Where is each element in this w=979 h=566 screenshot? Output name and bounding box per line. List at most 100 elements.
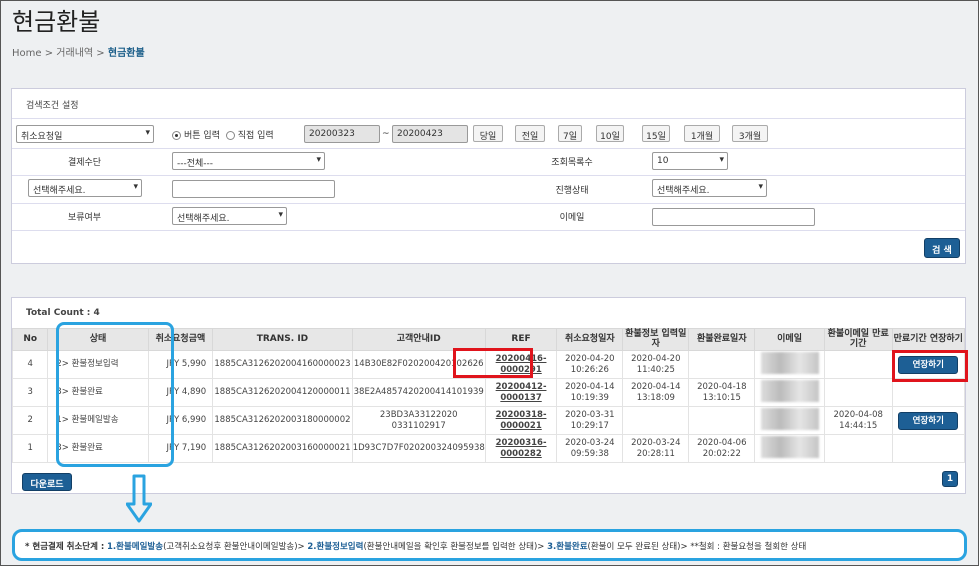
cell-guide-id: 1D93C7D7F020200324095938	[351, 434, 486, 463]
cell-info-date: 2020-03-24 20:28:11	[622, 434, 690, 463]
cell-done-date	[688, 350, 756, 379]
cell-info-date: 2020-04-14 13:18:09	[622, 378, 690, 407]
quick-7d-button[interactable]: 7일	[558, 125, 582, 142]
page-number-button[interactable]: 1	[942, 471, 958, 487]
payment-label: 결제수단	[67, 158, 102, 168]
cell-expire	[823, 378, 893, 407]
breadcrumb-separator: >	[44, 48, 54, 59]
notice-step2-desc: (환불안내메일을 확인후 환불정보를 입력한 상태)>	[363, 542, 545, 552]
divider	[12, 203, 965, 204]
radio-direct-label: 직접 입력	[237, 131, 274, 141]
search-button[interactable]: 검 색	[924, 238, 960, 258]
cell-done-date	[688, 406, 756, 435]
progress-select[interactable]: 선택해주세요.	[652, 179, 767, 197]
rows-select[interactable]: 10	[652, 152, 728, 170]
cell-no: 3	[11, 378, 49, 407]
cell-req-date: 2020-04-14 10:19:39	[556, 378, 624, 407]
cell-no: 2	[11, 406, 49, 435]
notice-step3-desc: (환불이 모두 완료된 상태)>	[587, 542, 688, 552]
email-blurred	[760, 351, 819, 374]
cell-no: 1	[11, 434, 49, 463]
cell-expire	[823, 434, 893, 463]
cell-guide-id: 38E2A4857420200414101939	[351, 378, 486, 407]
cell-req-date: 2020-03-31 10:29:17	[556, 406, 624, 435]
input-mode-radios: 버튼 입력 직접 입력	[172, 128, 274, 141]
cell-done-date: 2020-04-06 20:02:22	[688, 434, 756, 463]
divider	[12, 230, 965, 231]
ref-link[interactable]: 20200318-0000021	[496, 410, 547, 431]
quick-1m-button[interactable]: 1개월	[684, 125, 720, 142]
cell-expire	[823, 350, 893, 379]
cell-trans-id: 1885CA3126202003180000002	[212, 406, 353, 435]
col-info-date: 환불정보 입력일자	[622, 328, 690, 351]
notice-withdraw: **철회 : 환불요청을 철회한 상태	[690, 542, 807, 552]
ref-highlight-box	[453, 348, 533, 378]
col-trans-id: TRANS. ID	[212, 328, 353, 351]
ref-link[interactable]: 20200412-0000137	[496, 382, 547, 403]
hold-label: 보류여부	[67, 213, 102, 223]
date-to-input[interactable]: 20200423	[392, 125, 468, 143]
cell-done-date: 2020-04-18 13:10:15	[688, 378, 756, 407]
radio-direct-input[interactable]	[225, 131, 235, 140]
extend-button[interactable]: 연장하기	[898, 411, 959, 430]
cell-no: 4	[11, 350, 49, 379]
notice-step1-desc: (고객취소요청후 환불안내이메일발송)>	[163, 542, 305, 552]
quick-10d-button[interactable]: 10일	[596, 125, 624, 142]
search-panel: 검색조건 설정 취소요청일 버튼 입력 직접 입력 20200323 ~ 202…	[11, 88, 966, 264]
email-blurred	[760, 379, 819, 402]
email-blurred	[760, 435, 819, 458]
breadcrumb-separator: >	[96, 48, 105, 59]
breadcrumb-home[interactable]: Home	[12, 48, 42, 59]
payment-select[interactable]: ---전체---	[172, 152, 325, 170]
extra-select[interactable]: 선택해주세요.	[28, 179, 142, 197]
divider	[12, 148, 965, 149]
download-button[interactable]: 다운로드	[22, 473, 72, 491]
email-label: 이메일	[559, 213, 585, 223]
notice-step2: 2.환불정보입력	[307, 542, 364, 552]
col-no: No	[11, 328, 49, 351]
date-from-input[interactable]: 20200323	[304, 125, 380, 143]
cell-trans-id: 1885CA3126202003160000021	[212, 434, 353, 463]
col-req-date: 취소요청일자	[556, 328, 624, 351]
ref-link[interactable]: 20200316-0000282	[496, 438, 547, 459]
quick-yesterday-button[interactable]: 전일	[515, 125, 545, 142]
col-extend: 만료기간 연장하기	[891, 328, 965, 351]
cell-info-date	[622, 406, 690, 435]
total-count: Total Count : 4	[26, 308, 100, 318]
cell-extend-empty	[891, 434, 965, 463]
col-email: 이메일	[754, 328, 825, 351]
cell-expire: 2020-04-08 14:44:15	[823, 406, 893, 435]
cell-guide-id: 23BD3A33122020 0331102917	[351, 406, 486, 435]
radio-button-label: 버튼 입력	[184, 131, 220, 141]
quick-3m-button[interactable]: 3개월	[732, 125, 768, 142]
quick-today-button[interactable]: 당일	[473, 125, 503, 142]
refund-steps-notice: * 현금결제 취소단계 : 1.환불메일발송(고객취소요청후 환불안내이메일발송…	[12, 529, 967, 561]
rows-label: 조회목록수	[551, 158, 593, 168]
quick-15d-button[interactable]: 15일	[642, 125, 670, 142]
hold-select[interactable]: 선택해주세요.	[172, 207, 287, 225]
breadcrumb-mid[interactable]: 거래내역	[56, 48, 93, 59]
email-blurred	[760, 407, 819, 430]
cell-req-date: 2020-04-20 10:26:26	[556, 350, 624, 379]
down-arrow-icon	[126, 474, 152, 523]
col-done-date: 환불완료일자	[688, 328, 756, 351]
page-title: 현금환불	[12, 8, 101, 36]
status-highlight-box	[56, 322, 174, 467]
radio-button-input[interactable]	[172, 131, 181, 140]
notice-prefix: * 현금결제 취소단계 :	[25, 542, 105, 552]
extend-highlight-box	[892, 350, 968, 382]
date-type-select[interactable]: 취소요청일	[16, 125, 154, 143]
cell-extend-empty	[891, 378, 965, 407]
col-expire: 환불이메일 만료기간	[823, 328, 893, 351]
email-input[interactable]	[652, 208, 815, 226]
date-tilde: ~	[382, 129, 390, 139]
extra-input[interactable]	[172, 180, 335, 198]
divider	[12, 175, 965, 176]
cell-info-date: 2020-04-20 11:40:25	[622, 350, 690, 379]
notice-step3: 3.환불완료	[547, 542, 588, 552]
breadcrumb-current: 현금환불	[107, 48, 145, 59]
cell-req-date: 2020-03-24 09:59:38	[556, 434, 624, 463]
notice-step1: 1.환불메일발송	[107, 542, 164, 552]
cell-trans-id: 1885CA3126202004160000023	[212, 350, 353, 379]
search-heading: 검색조건 설정	[12, 89, 965, 119]
